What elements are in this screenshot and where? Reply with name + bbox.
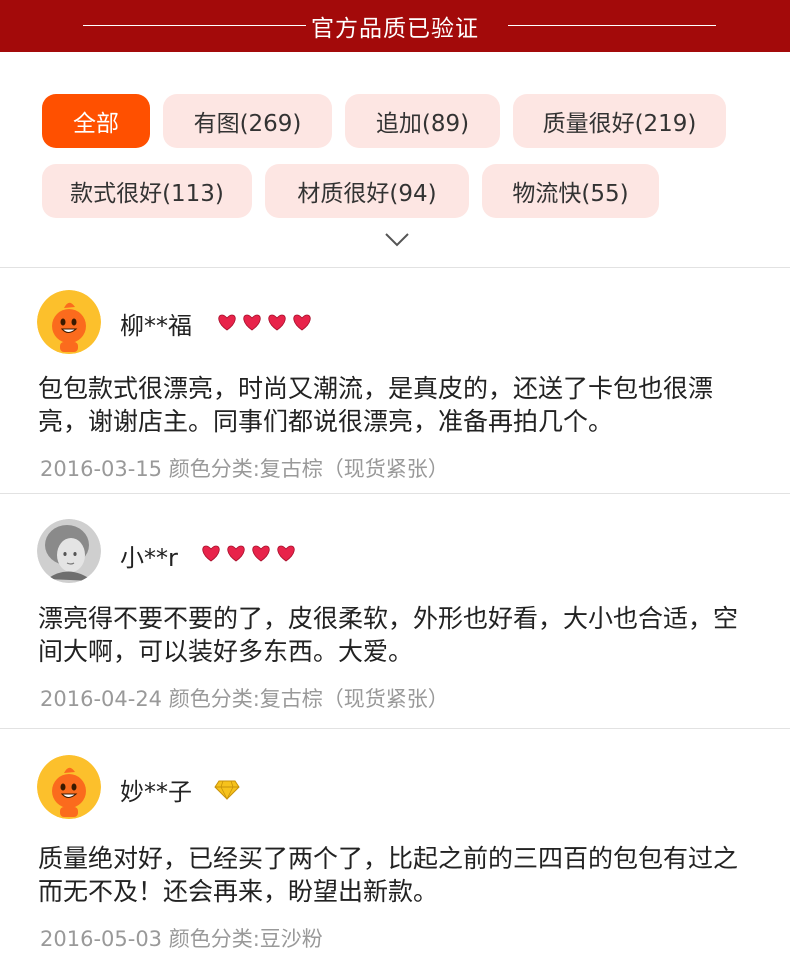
- chevron-down-icon[interactable]: [385, 233, 409, 247]
- review-meta: 2016-05-03 颜色分类:豆沙粉: [40, 923, 323, 953]
- filter-tag-with-images[interactable]: 有图(269): [163, 94, 332, 148]
- banner-divider-left: [83, 25, 306, 26]
- review-date: 2016-05-03: [40, 927, 163, 951]
- filter-tag-all[interactable]: 全部: [42, 94, 150, 148]
- heart-level-icon: [202, 545, 295, 562]
- avatar-mascot[interactable]: [37, 290, 101, 354]
- banner-title: 官方品质已验证: [311, 16, 479, 42]
- review-variant: 颜色分类:豆沙粉: [168, 927, 323, 951]
- diamond-level-icon: [214, 780, 240, 800]
- review-item: 妙**子 质量绝对好，已经买了两个了，比起之前的三四百的包包有过之而无不及！还会…: [0, 729, 790, 970]
- review-date: 2016-03-15: [40, 457, 163, 481]
- review-date: 2016-04-24: [40, 687, 163, 711]
- banner-divider-right: [508, 25, 716, 26]
- filter-tag-follow-up[interactable]: 追加(89): [345, 94, 500, 148]
- review-page: 官方品质已验证 全部 有图(269) 追加(89) 质量很好(219) 款式很好…: [0, 0, 790, 970]
- review-meta: 2016-04-24 颜色分类:复古棕（现货紧张）: [40, 683, 449, 713]
- avatar-photo[interactable]: [37, 519, 101, 583]
- filter-tags: 全部 有图(269) 追加(89) 质量很好(219) 款式很好(113) 材质…: [42, 94, 762, 218]
- username: 妙**子: [120, 778, 192, 806]
- filter-tag-quality-good[interactable]: 质量很好(219): [513, 94, 726, 148]
- filter-tag-fast-shipping[interactable]: 物流快(55): [482, 164, 659, 218]
- filter-tag-style-good[interactable]: 款式很好(113): [42, 164, 252, 218]
- review-text: 漂亮得不要不要的了，皮很柔软，外形也好看，大小也合适，空间大啊，可以装好多东西。…: [38, 604, 739, 666]
- member-level-badges: [199, 542, 299, 564]
- quality-banner: 官方品质已验证: [0, 0, 790, 52]
- username: 小**r: [120, 544, 178, 572]
- review-text: 质量绝对好，已经买了两个了，比起之前的三四百的包包有过之而无不及！还会再来，盼望…: [38, 844, 739, 906]
- avatar-mascot[interactable]: [37, 755, 101, 819]
- member-level-badges: [214, 780, 240, 800]
- filter-tag-material-good[interactable]: 材质很好(94): [265, 164, 469, 218]
- review-item: 柳**福 包包款式很漂亮，时尚又潮流，是真皮的，还送了卡包也很漂亮，谢谢店主。同…: [0, 268, 790, 493]
- member-level-badges: [215, 311, 315, 333]
- heart-level-icon: [218, 314, 311, 331]
- review-variant: 颜色分类:复古棕（现货紧张）: [168, 457, 449, 481]
- username: 柳**福: [120, 312, 192, 340]
- review-text: 包包款式很漂亮，时尚又潮流，是真皮的，还送了卡包也很漂亮，谢谢店主。同事们都说很…: [38, 374, 714, 436]
- review-meta: 2016-03-15 颜色分类:复古棕（现货紧张）: [40, 453, 449, 483]
- review-item: 小**r 漂亮得不要不要的了，皮很柔软，外形也好看，大小也合适，空间大啊，可以装…: [0, 494, 790, 728]
- review-variant: 颜色分类:复古棕（现货紧张）: [168, 687, 449, 711]
